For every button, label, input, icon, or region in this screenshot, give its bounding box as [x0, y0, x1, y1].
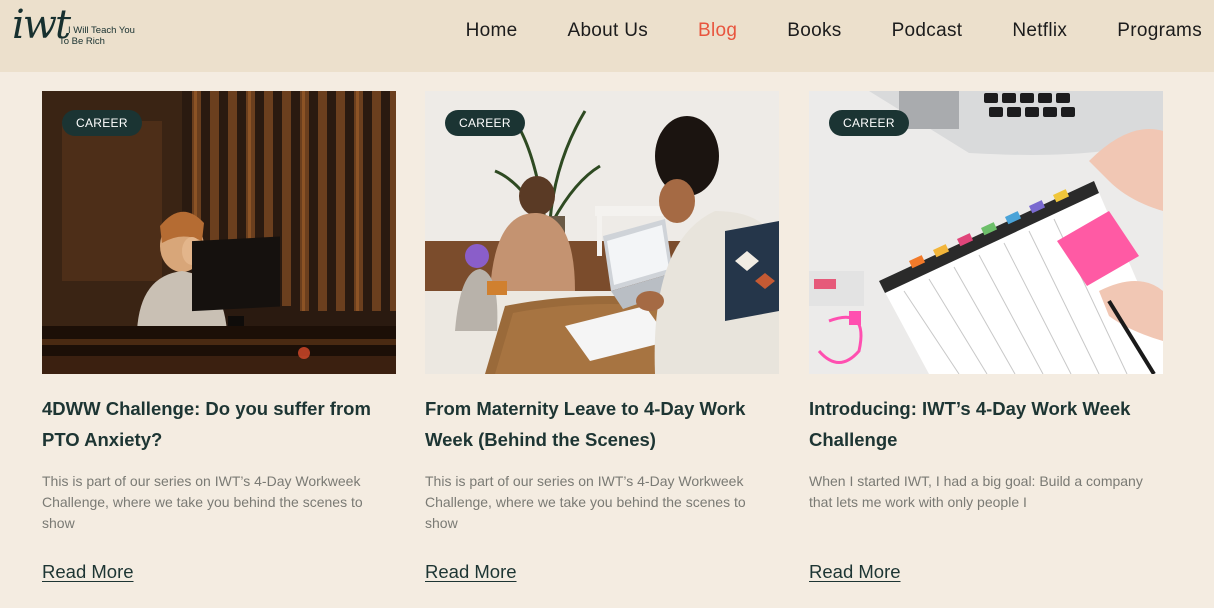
main-nav: Home About Us Blog Books Podcast Netflix… — [466, 18, 1202, 44]
category-badge[interactable]: CAREER — [62, 110, 142, 136]
nav-item-netflix[interactable]: Netflix — [1012, 18, 1067, 44]
post-image[interactable]: CAREER — [809, 91, 1163, 374]
nav-item-blog[interactable]: Blog — [698, 18, 737, 44]
site-header: iwt I Will Teach You To Be Rich Home Abo… — [0, 0, 1214, 72]
post-excerpt: This is part of our series on IWT’s 4-Da… — [42, 473, 363, 531]
nav-item-about-us[interactable]: About Us — [567, 18, 648, 44]
post-excerpt: This is part of our series on IWT’s 4-Da… — [425, 473, 746, 531]
blog-card: CAREER Introducing: IWT’s 4-Day Work Wee… — [809, 91, 1163, 591]
post-title[interactable]: From Maternity Leave to 4-Day Work Week … — [425, 393, 785, 455]
post-excerpt: When I started IWT, I had a big goal: Bu… — [809, 473, 1143, 510]
nav-item-programs[interactable]: Programs — [1117, 18, 1202, 44]
read-more-link[interactable]: Read More — [42, 561, 134, 583]
logo-tagline-line2: To Be Rich — [59, 36, 105, 47]
nav-item-podcast[interactable]: Podcast — [892, 18, 963, 44]
site-logo[interactable]: iwt I Will Teach You To Be Rich — [8, 2, 149, 52]
read-more-link[interactable]: Read More — [809, 561, 901, 583]
category-badge[interactable]: CAREER — [829, 110, 909, 136]
nav-item-home[interactable]: Home — [466, 18, 518, 44]
post-title[interactable]: 4DWW Challenge: Do you suffer from PTO A… — [42, 393, 402, 455]
logo-tagline: I Will Teach You To Be Rich — [59, 25, 149, 47]
logo-tagline-line1: I Will Teach You — [68, 25, 135, 36]
blog-card: CAREER From Maternity Leave to 4-Day Wor… — [425, 91, 779, 591]
post-image[interactable]: CAREER — [42, 91, 396, 374]
nav-item-books[interactable]: Books — [787, 18, 841, 44]
post-image[interactable]: CAREER — [425, 91, 779, 374]
blog-card: CAREER 4DWW Challenge: Do you suffer fro… — [42, 91, 396, 591]
read-more-link[interactable]: Read More — [425, 561, 517, 583]
category-badge[interactable]: CAREER — [445, 110, 525, 136]
post-title[interactable]: Introducing: IWT’s 4-Day Work Week Chall… — [809, 393, 1169, 455]
